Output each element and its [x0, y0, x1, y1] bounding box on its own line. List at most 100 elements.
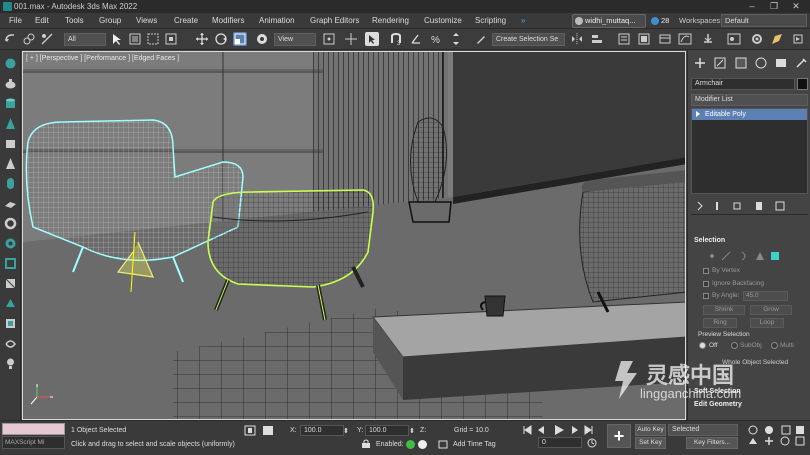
auto-key-button[interactable]: Auto Key	[635, 424, 666, 436]
create-cylinder-icon[interactable]	[4, 97, 17, 110]
menu-modifiers[interactable]: Modifiers	[212, 16, 244, 25]
y-spinner-icon[interactable]: ⬍	[409, 427, 415, 435]
current-frame-field[interactable]: 0	[538, 437, 582, 448]
create-teapot-icon[interactable]	[4, 77, 17, 90]
viewport-label[interactable]: [ + ] [Perspective ] [Performance ] [Edg…	[26, 55, 179, 62]
time-tag-lock-icon[interactable]	[361, 439, 371, 449]
edit-geometry-rollout-header[interactable]: Edit Geometry	[694, 401, 742, 411]
close-button[interactable]: ✕	[786, 0, 806, 13]
material-editor-icon[interactable]	[727, 32, 741, 46]
menu-customize[interactable]: Customize	[424, 16, 462, 25]
absolute-mode-icon[interactable]	[262, 425, 274, 436]
notifications-button[interactable]: 28	[650, 15, 676, 27]
key-filters-button[interactable]: Key Filters...	[686, 437, 738, 449]
window-crossing-icon[interactable]	[164, 32, 178, 46]
create-torus-icon[interactable]	[4, 217, 17, 230]
menu-rendering[interactable]: Rendering	[372, 16, 409, 25]
create-sphere-icon[interactable]	[4, 57, 17, 70]
percent-snap-icon[interactable]: %	[429, 32, 443, 46]
menu-edit[interactable]: Edit	[35, 16, 49, 25]
y-coordinate-field[interactable]: 100.0	[365, 425, 409, 436]
mirror-icon[interactable]	[570, 32, 584, 46]
toggle-ribbon-icon[interactable]	[658, 32, 672, 46]
menu-tools[interactable]: Tools	[65, 16, 84, 25]
enabled-toggle[interactable]	[406, 440, 415, 449]
modifier-list-select[interactable]: Modifier List	[691, 94, 808, 106]
by-angle-checkbox[interactable]	[703, 293, 709, 299]
menu-group[interactable]: Group	[99, 16, 121, 25]
reference-coordinate-select[interactable]: View	[274, 33, 316, 46]
preview-subobj-radio[interactable]	[731, 342, 738, 349]
create-plane-icon[interactable]	[4, 197, 17, 210]
isolate-selection-icon[interactable]	[244, 425, 256, 436]
angle-snap-icon[interactable]	[409, 32, 423, 46]
create-hedra-icon[interactable]	[4, 297, 17, 310]
menu-graph-editors[interactable]: Graph Editors	[310, 16, 359, 25]
loop-button[interactable]: Loop	[750, 318, 784, 328]
create-capsule-icon[interactable]	[4, 177, 17, 190]
select-link-icon[interactable]	[22, 32, 36, 46]
stack-item-editable-poly[interactable]: Editable Poly	[692, 109, 807, 120]
maxscript-listener-output[interactable]	[2, 423, 65, 435]
key-selection-set-select[interactable]: Selected	[668, 424, 738, 436]
create-tube-icon[interactable]	[4, 237, 17, 250]
expand-arrow-icon[interactable]	[696, 111, 700, 117]
select-manipulate-icon[interactable]	[344, 32, 358, 46]
create-geosphere-icon[interactable]	[4, 277, 17, 290]
undo-icon[interactable]	[3, 32, 17, 46]
menu-overflow-chevron-icon[interactable]: »	[521, 16, 525, 25]
select-object-icon[interactable]	[110, 32, 124, 46]
named-selection-set-select[interactable]: Create Selection Se	[492, 33, 565, 46]
edit-named-selection-icon[interactable]	[474, 32, 488, 46]
maxscript-mini-listener[interactable]: MAXScript Mi	[2, 436, 65, 449]
create-chamfer-box-icon[interactable]	[4, 317, 17, 330]
selection-filter-select[interactable]: All	[64, 33, 106, 46]
display-tab-icon[interactable]	[773, 56, 789, 70]
menu-create[interactable]: Create	[174, 16, 198, 25]
create-prism-icon[interactable]	[4, 257, 17, 270]
align-icon[interactable]	[590, 32, 604, 46]
set-keys-button[interactable]: +	[607, 424, 631, 448]
create-tab-icon[interactable]	[692, 56, 708, 70]
ignore-backfacing-checkbox[interactable]	[703, 281, 709, 287]
create-light-icon[interactable]	[4, 357, 17, 370]
set-key-button[interactable]: Set Key	[635, 437, 666, 449]
object-name-field[interactable]: Armchair	[691, 78, 795, 90]
keyboard-shortcut-icon[interactable]	[365, 32, 379, 46]
rendered-frame-window-icon[interactable]	[770, 32, 784, 46]
enabled-indicator[interactable]	[418, 440, 427, 449]
grow-button[interactable]: Grow	[750, 305, 792, 315]
perspective-viewport[interactable]	[22, 51, 686, 420]
restore-button[interactable]: ❐	[764, 0, 784, 13]
scene-explorer-icon[interactable]	[617, 32, 631, 46]
modify-tab-icon[interactable]	[712, 56, 728, 70]
create-pyramid-icon[interactable]	[4, 157, 17, 170]
render-production-icon[interactable]	[791, 32, 805, 46]
time-configuration-icon[interactable]	[585, 437, 599, 449]
create-cone-icon[interactable]	[4, 117, 17, 130]
add-time-tag-button[interactable]: Add Time Tag	[453, 441, 496, 448]
placement-icon[interactable]	[255, 32, 269, 46]
selection-rollout-header[interactable]: Selection	[694, 237, 725, 247]
utilities-tab-icon[interactable]	[793, 56, 809, 70]
preview-multi-radio[interactable]	[771, 342, 778, 349]
render-setup-icon[interactable]	[750, 32, 764, 46]
rotate-icon[interactable]	[214, 32, 228, 46]
curve-editor-icon[interactable]	[678, 32, 692, 46]
object-color-swatch[interactable]	[797, 78, 808, 90]
scale-icon[interactable]	[233, 32, 247, 46]
x-coordinate-field[interactable]: 100.0	[300, 425, 344, 436]
layer-explorer-icon[interactable]	[637, 32, 651, 46]
menu-scripting[interactable]: Scripting	[475, 16, 506, 25]
angle-value-field[interactable]: 45.0	[743, 291, 788, 301]
modifier-stack[interactable]	[691, 108, 808, 194]
shrink-button[interactable]: Shrink	[703, 305, 745, 315]
create-box-icon[interactable]	[4, 137, 17, 150]
select-by-name-icon[interactable]	[128, 32, 142, 46]
hierarchy-tab-icon[interactable]	[733, 56, 749, 70]
menu-animation[interactable]: Animation	[259, 16, 295, 25]
rectangular-selection-icon[interactable]	[146, 32, 160, 46]
snap-toggle-icon[interactable]: 3	[389, 32, 403, 46]
x-spinner-icon[interactable]: ⬍	[343, 427, 349, 435]
spinner-snap-icon[interactable]	[449, 32, 463, 46]
